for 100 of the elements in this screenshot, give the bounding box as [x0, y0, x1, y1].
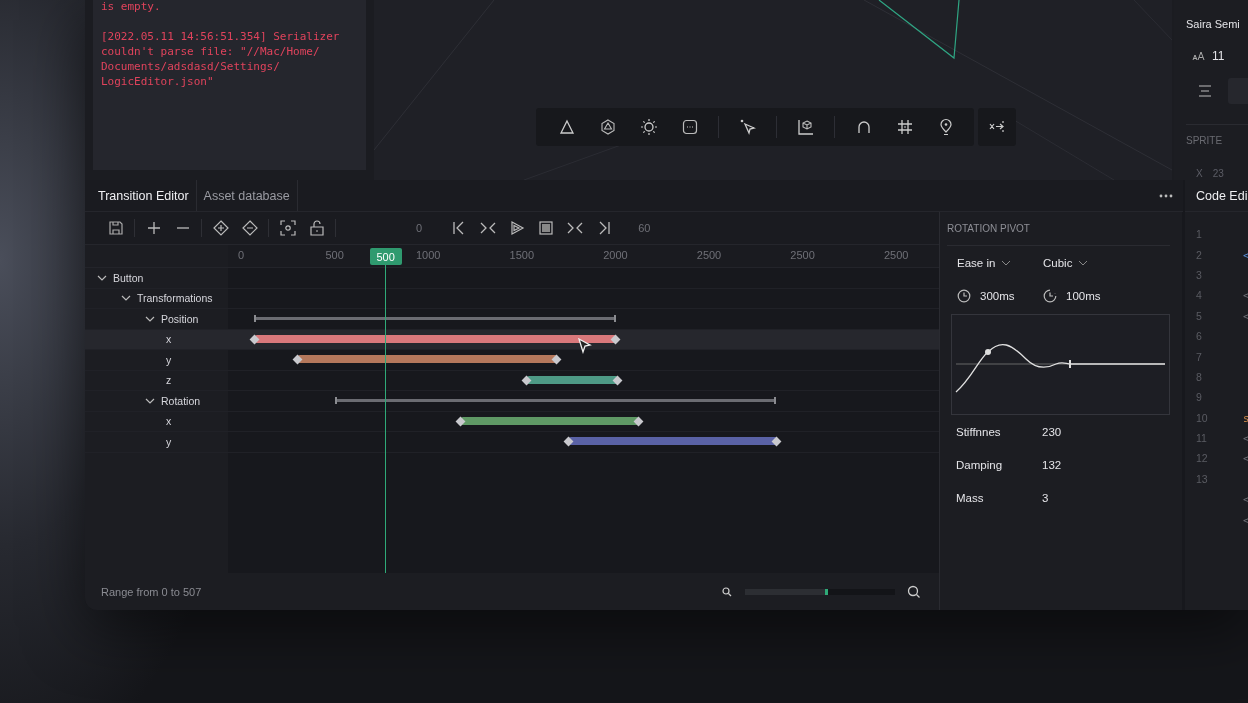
line-number: 1	[1196, 228, 1202, 241]
track-label: y	[166, 435, 172, 448]
font-name: Saira Semi	[1186, 18, 1240, 30]
start-frame: 0	[416, 222, 423, 234]
parameter-value: 132	[1042, 458, 1062, 471]
range-end-handle[interactable]	[773, 397, 776, 404]
code-text: <	[1243, 513, 1248, 526]
curve-dropdown[interactable]: Cubic	[1043, 256, 1129, 269]
code-text: s	[1243, 411, 1248, 424]
more-icon[interactable]	[1159, 193, 1173, 198]
focus-icon[interactable]	[279, 220, 296, 236]
tick-label: 500	[325, 249, 344, 261]
keyframe-icon[interactable]	[455, 416, 466, 426]
line-number: 8	[1196, 370, 1202, 383]
panel-title: Code Edi	[1196, 188, 1248, 203]
play-icon[interactable]	[508, 220, 525, 236]
coordinate-value: 23	[1212, 168, 1224, 179]
tab[interactable]: Asset database	[196, 180, 298, 211]
keyframe-icon[interactable]	[292, 354, 303, 365]
range-text: Range from 0 to 507	[101, 585, 202, 598]
code-text: <	[1243, 432, 1248, 445]
playhead-line[interactable]	[385, 265, 387, 573]
delay-value: 100ms	[1066, 289, 1101, 302]
step-back-icon[interactable]	[479, 220, 496, 236]
line-number: 7	[1196, 350, 1202, 363]
code-text: <	[1243, 309, 1248, 322]
tick-label: 2500	[883, 249, 909, 261]
line-number: 2	[1196, 248, 1202, 261]
stop-icon[interactable]	[537, 220, 554, 236]
keyframe-icon[interactable]	[610, 334, 621, 344]
range-end-handle[interactable]	[613, 315, 616, 322]
keyframe-icon[interactable]	[249, 334, 260, 344]
align-icon[interactable]	[1198, 85, 1212, 97]
keyframe-bar[interactable]	[527, 375, 619, 384]
remove-keyframe-icon[interactable]	[241, 220, 258, 236]
code-text: <	[1243, 493, 1248, 506]
keyframe-icon[interactable]	[521, 375, 532, 385]
font-size-icon	[1192, 51, 1206, 61]
parameter-label: Damping	[956, 458, 1004, 471]
unlock-icon[interactable]	[308, 220, 325, 236]
track-label: Button	[113, 271, 144, 284]
tick-label: 2500	[696, 249, 722, 261]
tick-label: 2000	[603, 249, 628, 261]
add-keyframe-icon[interactable]	[212, 220, 229, 236]
parameter-value: 3	[1042, 491, 1049, 504]
log-message: is empty.	[101, 0, 161, 14]
pointer-icon	[578, 338, 592, 354]
panel-title: ROTATION PIVOT	[947, 223, 1030, 234]
keyframe-bar[interactable]	[461, 416, 639, 425]
line-number: 9	[1196, 391, 1202, 404]
tick-label: 0	[237, 249, 245, 261]
keyframe-icon[interactable]	[551, 354, 562, 365]
log-message: [2022.05.11 14:56:51.354] Serializer couldn't parse file: "//Mac/Home/ Documents/adsdasd/Settings/ LogicEditor.json"	[101, 29, 340, 89]
save-icon[interactable]	[107, 220, 124, 236]
line-number: 12	[1196, 452, 1208, 465]
keyframe-icon[interactable]	[563, 436, 574, 447]
plus-icon[interactable]	[145, 220, 162, 236]
track-label: z	[166, 374, 172, 387]
timeline-row[interactable]: Button	[85, 268, 939, 289]
zoom-in-icon[interactable]	[907, 584, 921, 599]
track-label: x	[166, 415, 172, 428]
range-end-handle[interactable]	[335, 397, 338, 404]
delay-clock-icon	[1043, 288, 1057, 303]
step-forward-icon[interactable]	[566, 220, 583, 236]
track-label: y	[166, 353, 172, 366]
chevron-down-icon	[1001, 259, 1012, 266]
keyframe-icon[interactable]	[633, 416, 644, 426]
end-frame: 60	[638, 222, 651, 234]
parameter-value: 230	[1042, 425, 1062, 438]
coordinate-label: X	[1196, 168, 1203, 179]
zoom-slider[interactable]	[745, 588, 895, 595]
code-text: <	[1243, 248, 1248, 261]
tick-label: 1500	[509, 249, 535, 261]
tab[interactable]: Transition Editor	[91, 180, 197, 211]
easing-dropdown[interactable]: Ease in	[957, 256, 1043, 269]
zoom-out-icon[interactable]	[721, 585, 733, 598]
split-icon[interactable]	[978, 108, 1016, 146]
keyframe-icon[interactable]	[612, 375, 623, 385]
timeline-row[interactable]: Transformations	[85, 288, 939, 309]
tick-label: 2500	[790, 249, 815, 261]
line-number: 11	[1196, 432, 1207, 445]
line-number: 13	[1196, 472, 1208, 485]
parameter-label: Mass	[956, 491, 985, 504]
track-label: x	[166, 333, 172, 346]
parameter-label: Stiffnnes	[956, 425, 1002, 438]
playhead-label[interactable]: 500	[369, 248, 402, 265]
line-number: 3	[1196, 268, 1202, 281]
tick-label: 1000	[415, 249, 441, 261]
code-text: <	[1243, 452, 1248, 465]
range-end-handle[interactable]	[254, 315, 256, 322]
timeline-row[interactable]: x	[85, 329, 939, 350]
chevron-down-icon	[1078, 259, 1089, 266]
line-number: 6	[1196, 330, 1202, 343]
font-size-value: 11	[1212, 49, 1225, 63]
keyframe-icon[interactable]	[771, 436, 782, 447]
clock-icon	[957, 288, 971, 303]
track-label: Position	[161, 312, 199, 325]
duration-value: 300ms	[980, 289, 1015, 302]
keyframe-bar[interactable]	[255, 334, 617, 343]
line-number: 10	[1196, 411, 1208, 424]
